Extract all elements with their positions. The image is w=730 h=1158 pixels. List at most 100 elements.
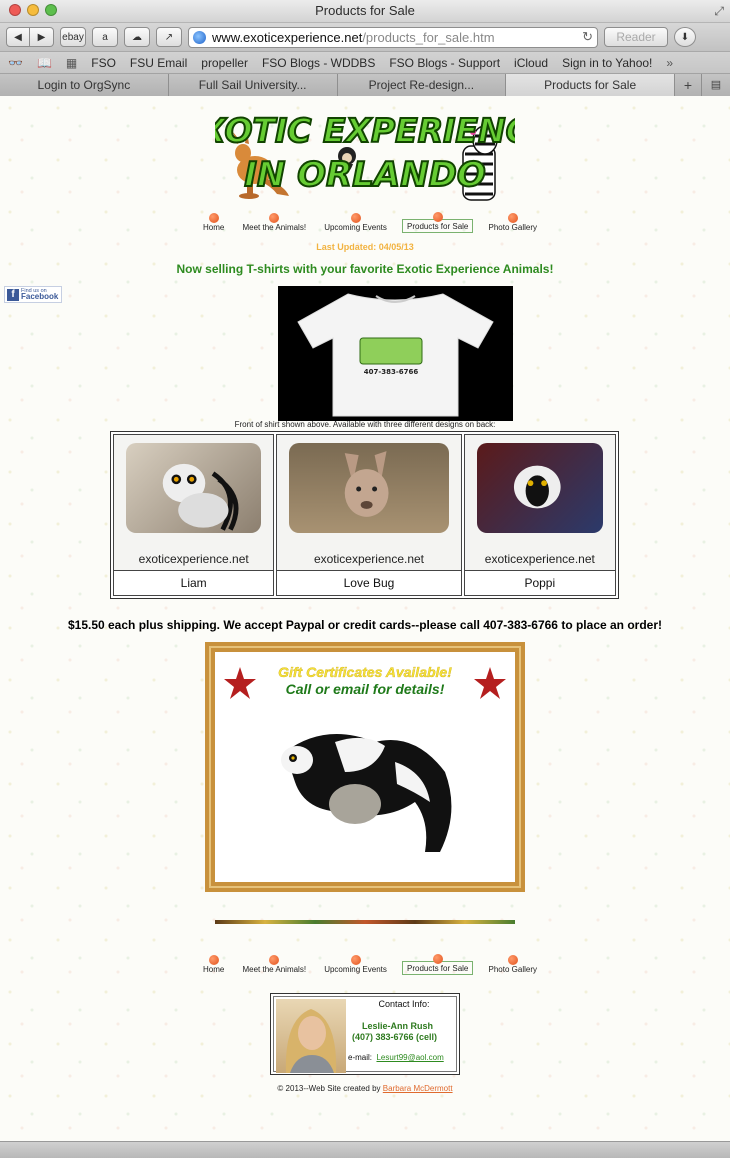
reading-list-icon[interactable]: 👓 bbox=[8, 56, 23, 70]
nav-dot-icon bbox=[208, 955, 219, 965]
nav-label: Products for Sale bbox=[407, 964, 469, 973]
logo-graphic: EXOTIC EXPERIENCE IN ORLANDO bbox=[177, 110, 554, 201]
contact-inner: Contact Info: Leslie-Ann Rush (407) 383-… bbox=[273, 996, 457, 1073]
more-bookmarks-icon[interactable]: » bbox=[666, 56, 673, 70]
contact-portrait bbox=[276, 999, 346, 1073]
ebay-bookmark-button[interactable]: ebay bbox=[60, 27, 86, 47]
product-watermark: exoticexperience.net bbox=[138, 552, 249, 566]
tab-full-sail[interactable]: Full Sail University... bbox=[168, 74, 338, 98]
tab-project-redesign[interactable]: Project Re-design... bbox=[337, 74, 507, 98]
product-photo-frame: exoticexperience.net bbox=[114, 435, 274, 570]
product-name: Liam bbox=[114, 570, 274, 595]
address-bar[interactable]: www.exoticexperience.net/products_for_sa… bbox=[188, 26, 598, 48]
nav-label: Photo Gallery bbox=[488, 965, 537, 974]
nav-upcoming-events[interactable]: Upcoming Events bbox=[321, 213, 390, 233]
product-photo-frame: exoticexperience.net bbox=[277, 435, 461, 570]
back-button[interactable]: ◀ bbox=[6, 27, 30, 47]
nav-dot-icon bbox=[507, 213, 518, 223]
bookmark-item[interactable]: FSO bbox=[91, 56, 116, 70]
reload-icon[interactable]: ↻ bbox=[582, 29, 593, 45]
nav-label: Home bbox=[203, 223, 225, 232]
nav-home[interactable]: Home bbox=[200, 213, 227, 233]
page-headline: Now selling T-shirts with your favorite … bbox=[176, 262, 554, 276]
bookmarks-book-icon[interactable]: 📖 bbox=[37, 56, 52, 70]
nav-label: Home bbox=[203, 965, 225, 974]
browser-status-bar bbox=[0, 1141, 730, 1158]
bookmark-item[interactable]: iCloud bbox=[514, 56, 548, 70]
fullscreen-icon[interactable]: ⤢ bbox=[714, 4, 724, 19]
tshirt-designs-table: exoticexperience.net Liam exoticexperien… bbox=[110, 431, 619, 599]
bookmark-item[interactable]: Sign in to Yahoo! bbox=[562, 56, 652, 70]
tab-products-for-sale[interactable]: Products for Sale bbox=[506, 74, 675, 98]
product-watermark: exoticexperience.net bbox=[313, 552, 425, 566]
bookmarks-bar: 👓 📖 ▦ FSO FSU Email propeller FSO Blogs … bbox=[0, 52, 730, 74]
download-icon: ⬇ bbox=[680, 31, 690, 43]
bookmark-item[interactable]: FSO Blogs - WDDBS bbox=[262, 56, 375, 70]
tab-list-icon: ▤ bbox=[710, 79, 722, 91]
bookmark-item[interactable]: FSU Email bbox=[130, 56, 187, 70]
facebook-badge[interactable]: f Find us on Facebook bbox=[4, 286, 62, 303]
forward-button[interactable]: ▶ bbox=[30, 27, 54, 47]
contact-box: Contact Info: Leslie-Ann Rush (407) 383-… bbox=[270, 993, 460, 1075]
icloud-button[interactable]: ☁ bbox=[124, 27, 150, 47]
gift-line2: Call or email for details! bbox=[285, 681, 445, 697]
url-host: www.exoticexperience.net bbox=[212, 29, 363, 45]
web-page: EXOTIC EXPERIENCE IN ORLANDO Home Meet t… bbox=[0, 96, 730, 1142]
nav-photo-gallery[interactable]: Photo Gallery bbox=[486, 955, 540, 975]
logo-title-line2: IN ORLANDO bbox=[244, 155, 486, 195]
last-updated: Last Updated: 04/05/13 bbox=[316, 242, 414, 252]
nav-label: Products for Sale bbox=[407, 222, 469, 231]
downloads-button[interactable]: ⬇ bbox=[674, 27, 696, 47]
credit-text: © 2013--Web Site created by bbox=[277, 1084, 383, 1093]
ring-tailed-lemur-icon bbox=[162, 463, 239, 531]
amazon-icon: a bbox=[102, 31, 108, 43]
contact-title: Contact Info: bbox=[378, 999, 430, 1009]
nav-dot-icon bbox=[350, 955, 361, 965]
bookmark-item[interactable]: propeller bbox=[201, 56, 248, 70]
nav-meet-the-animals[interactable]: Meet the Animals! bbox=[239, 213, 309, 233]
tab-overview-button[interactable]: ▤ bbox=[702, 74, 730, 98]
site-logo[interactable]: EXOTIC EXPERIENCE IN ORLANDO bbox=[177, 98, 554, 206]
lemur-photo bbox=[126, 443, 262, 533]
share-icon: ↗ bbox=[164, 31, 174, 43]
product-watermark: exoticexperience.net bbox=[484, 552, 595, 566]
nav-photo-gallery[interactable]: Photo Gallery bbox=[486, 213, 540, 233]
history-nav: ◀ ▶ bbox=[6, 27, 54, 47]
amazon-button[interactable]: a bbox=[92, 27, 118, 47]
gift-line1: Gift Certificates Available! bbox=[278, 664, 452, 680]
reader-button[interactable]: Reader bbox=[604, 27, 668, 47]
browser-toolbar: ◀ ▶ ebay a ☁ ↗ www.exoticexperience.net /… bbox=[0, 23, 730, 52]
nav-products-for-sale[interactable]: Products for Sale bbox=[402, 212, 474, 233]
contact-name: Leslie-Ann Rush bbox=[362, 1021, 434, 1031]
url-path: /products_for_sale.htm bbox=[362, 29, 495, 45]
bookmark-item[interactable]: FSO Blogs - Support bbox=[389, 56, 500, 70]
email-link[interactable]: Lesurt99@aol.com bbox=[376, 1053, 443, 1062]
tshirt-image: 407-383-6766 bbox=[297, 293, 494, 417]
gift-heading: Gift Certificates Available! Call or ema… bbox=[215, 664, 515, 697]
plus-icon: + bbox=[683, 77, 693, 93]
author-link[interactable]: Barbara McDermott bbox=[383, 1084, 453, 1093]
nav-dot-icon bbox=[432, 212, 443, 222]
nav-home[interactable]: Home bbox=[200, 955, 227, 975]
forward-arrow-icon: ▶ bbox=[37, 31, 46, 43]
nav-upcoming-events[interactable]: Upcoming Events bbox=[321, 955, 390, 975]
kangaroo-photo bbox=[289, 443, 449, 533]
nav-dot-icon bbox=[507, 955, 518, 965]
top-sites-grid-icon[interactable]: ▦ bbox=[66, 56, 77, 70]
nav-label: Meet the Animals! bbox=[242, 223, 307, 232]
ruffed-lemur-illustration bbox=[281, 734, 452, 852]
nav-label: Upcoming Events bbox=[324, 223, 387, 232]
facebook-icon: f bbox=[7, 288, 19, 301]
gift-certificate-banner: Gift Certificates Available! Call or ema… bbox=[205, 642, 525, 892]
window-title: Products for Sale bbox=[315, 3, 415, 18]
share-button[interactable]: ↗ bbox=[156, 27, 182, 47]
black-white-lemur-icon bbox=[513, 465, 561, 509]
back-arrow-icon: ◀ bbox=[14, 31, 22, 43]
new-tab-button[interactable]: + bbox=[675, 74, 702, 98]
nav-meet-the-animals[interactable]: Meet the Animals! bbox=[239, 955, 309, 975]
nav-label: Upcoming Events bbox=[324, 965, 387, 974]
person-avatar-icon bbox=[285, 1009, 337, 1073]
contact-phone: (407) 383-6766 (cell) bbox=[352, 1032, 438, 1042]
tab-orgsync[interactable]: Login to OrgSync bbox=[0, 74, 169, 98]
nav-products-for-sale[interactable]: Products for Sale bbox=[402, 954, 474, 975]
